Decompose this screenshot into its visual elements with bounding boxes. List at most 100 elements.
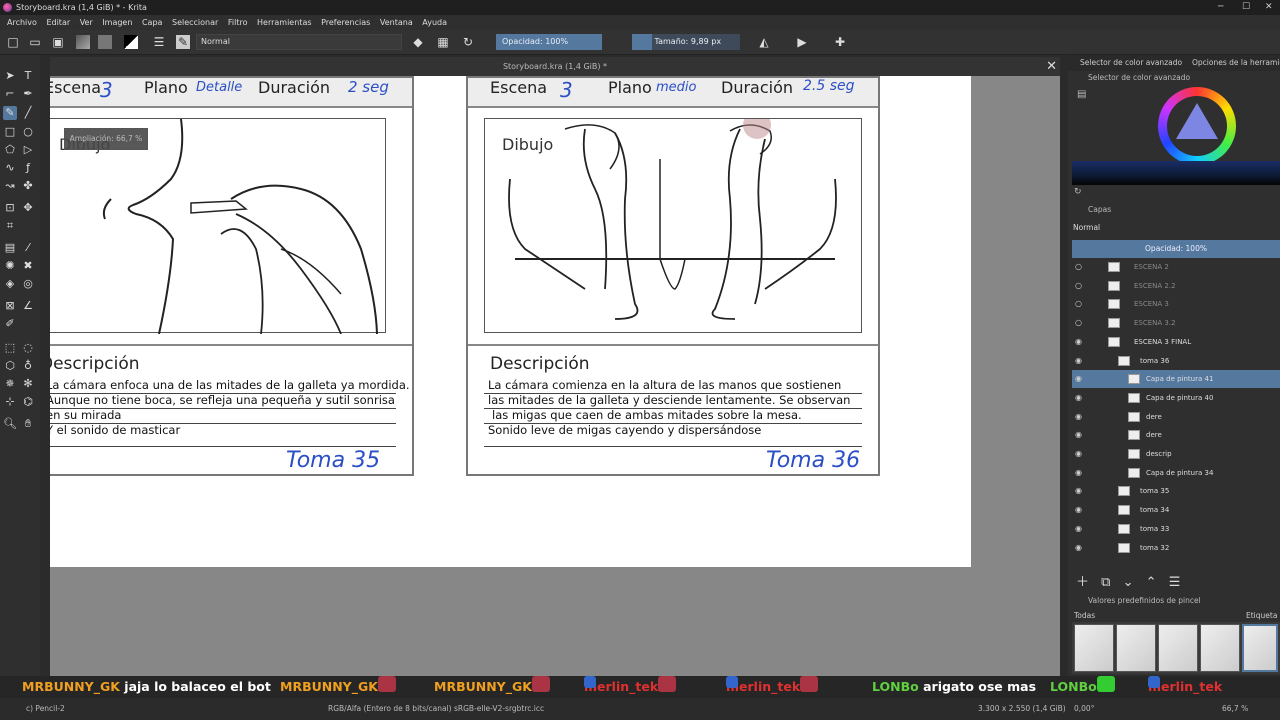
status-zoom[interactable]: 66,7 %: [1222, 698, 1248, 720]
enclose-fill-icon[interactable]: ◎: [21, 277, 35, 291]
visibility-eye-icon[interactable]: ◉: [1075, 352, 1082, 370]
layer-row[interactable]: ○ ESCENA 2: [1072, 258, 1280, 276]
pan-tool-icon[interactable]: ✋︎: [21, 417, 35, 431]
move-tool-icon[interactable]: ✥: [21, 201, 35, 215]
add-layer-icon[interactable]: ＋: [1076, 575, 1089, 590]
measure-tool-icon[interactable]: ∠: [21, 299, 35, 313]
menu-imagen[interactable]: Imagen: [102, 15, 132, 30]
presets-filter-select[interactable]: Todas: [1074, 611, 1095, 620]
contiguous-select-icon[interactable]: ✵: [3, 377, 17, 391]
layer-row[interactable]: ◉ toma 36: [1072, 352, 1280, 370]
brush-preset-icon[interactable]: ✎: [176, 35, 190, 49]
drawing-area[interactable]: Dibujo: [484, 118, 862, 333]
visibility-eye-icon[interactable]: ◉: [1075, 520, 1082, 538]
menu-ayuda[interactable]: Ayuda: [422, 15, 447, 30]
menu-preferencias[interactable]: Preferencias: [321, 15, 370, 30]
rectangle-tool-icon[interactable]: □: [3, 125, 17, 139]
visibility-eye-icon[interactable]: ◉: [1075, 426, 1082, 444]
similar-select-icon[interactable]: ✻: [21, 377, 35, 391]
brush-preset-pencil[interactable]: [1074, 624, 1114, 672]
open-folder-icon[interactable]: ▭: [28, 35, 42, 49]
visibility-eye-icon[interactable]: ◉: [1075, 501, 1082, 519]
menu-herramientas[interactable]: Herramientas: [257, 15, 312, 30]
visibility-eye-icon[interactable]: ○: [1075, 295, 1082, 313]
canvas-area[interactable]: Escena 3 Plano Detalle Duración 2 seg Di…: [50, 76, 1060, 676]
move-layer-up-icon[interactable]: ⌃: [1146, 575, 1157, 590]
layer-row[interactable]: ○ ESCENA 2.2: [1072, 277, 1280, 295]
visibility-eye-icon[interactable]: ◉: [1075, 389, 1082, 407]
tab-color-selector[interactable]: Selector de color avanzado: [1080, 55, 1182, 71]
reference-images-icon[interactable]: ✐: [3, 317, 17, 331]
rect-select-icon[interactable]: ⬚: [3, 341, 17, 355]
brush-preset-pencil[interactable]: [1158, 624, 1198, 672]
close-document-icon[interactable]: ✕: [1046, 57, 1057, 76]
transform-tool-icon[interactable]: ⊡: [3, 201, 17, 215]
multibrush-icon[interactable]: ✤: [21, 179, 35, 193]
assistant-tool-icon[interactable]: ⊠: [3, 299, 17, 313]
gradient-preset-icon[interactable]: [76, 35, 90, 49]
visibility-eye-icon[interactable]: ◉: [1075, 408, 1082, 426]
menu-ventana[interactable]: Ventana: [380, 15, 413, 30]
layer-row[interactable]: ◉ toma 33: [1072, 520, 1280, 538]
layer-row[interactable]: ◉ Capa de pintura 40: [1072, 389, 1280, 407]
maximize-icon[interactable]: ☐: [1242, 0, 1250, 15]
layer-properties-icon[interactable]: ☰: [1169, 575, 1181, 590]
close-window-icon[interactable]: ✕: [1265, 0, 1273, 15]
brush-settings-icon[interactable]: ☰: [152, 35, 166, 49]
layer-row[interactable]: ◉ toma 34: [1072, 501, 1280, 519]
color-settings-icon[interactable]: ▤: [1077, 89, 1086, 100]
visibility-eye-icon[interactable]: ○: [1075, 314, 1082, 332]
opacity-slider[interactable]: Opacidad: 100%: [496, 34, 602, 50]
pattern-preset-icon[interactable]: [98, 35, 112, 49]
visibility-eye-icon[interactable]: ○: [1075, 277, 1082, 295]
menu-archivo[interactable]: Archivo: [7, 15, 37, 30]
fg-bg-color-icon[interactable]: [124, 35, 138, 49]
polygon-tool-icon[interactable]: ⬠: [3, 143, 17, 157]
zoom-tool-icon[interactable]: 🔍︎: [3, 417, 17, 431]
layer-row[interactable]: ◉ descrip: [1072, 445, 1280, 463]
visibility-eye-icon[interactable]: ◉: [1075, 370, 1082, 388]
menu-ver[interactable]: Ver: [80, 15, 93, 30]
layer-row[interactable]: ◉ Capa de pintura 41: [1072, 370, 1280, 389]
layers-blend-mode[interactable]: Normal: [1073, 223, 1100, 232]
brush-preset-pencil[interactable]: [1200, 624, 1240, 672]
brush-preset-selected[interactable]: [1242, 624, 1278, 672]
fill-tool-icon[interactable]: ◈: [3, 277, 17, 291]
eraser-icon[interactable]: ◆: [411, 35, 425, 49]
layer-row[interactable]: ◉ toma 32: [1072, 539, 1280, 557]
polyline-tool-icon[interactable]: ▷: [21, 143, 35, 157]
menu-editar[interactable]: Editar: [46, 15, 70, 30]
layer-row[interactable]: ◉ dere: [1072, 426, 1280, 444]
move-layer-down-icon[interactable]: ⌄: [1123, 575, 1134, 590]
layer-row[interactable]: ○ ESCENA 3.2: [1072, 314, 1280, 332]
duplicate-layer-icon[interactable]: ⧉: [1101, 575, 1110, 590]
crop-tool-icon[interactable]: ⌗: [3, 219, 17, 233]
storyboard-page[interactable]: Escena 3 Plano Detalle Duración 2 seg Di…: [50, 76, 971, 567]
canvas-vertical-scrollbar[interactable]: [1060, 57, 1068, 677]
menu-capa[interactable]: Capa: [142, 15, 162, 30]
color-wheel[interactable]: [1158, 87, 1236, 165]
minimize-icon[interactable]: ─: [1218, 0, 1223, 15]
colorize-mask-icon[interactable]: ✺: [3, 259, 17, 273]
visibility-eye-icon[interactable]: ◉: [1075, 333, 1082, 351]
freehand-path-icon[interactable]: ƒ: [21, 161, 35, 175]
wrap-around-icon[interactable]: ✚: [833, 35, 847, 49]
alpha-lock-icon[interactable]: ▦: [436, 35, 450, 49]
drawing-area[interactable]: Dibujo: [50, 118, 386, 334]
visibility-eye-icon[interactable]: ◉: [1075, 445, 1082, 463]
tab-tool-options[interactable]: Opciones de la herramienta: [1192, 55, 1280, 71]
visibility-eye-icon[interactable]: ◉: [1075, 482, 1082, 500]
color-triangle[interactable]: [1176, 103, 1218, 139]
presets-tag-select[interactable]: Etiqueta: [1246, 611, 1277, 620]
ellipse-select-icon[interactable]: ◌: [21, 341, 35, 355]
calligraphy-icon[interactable]: ✒: [21, 87, 35, 101]
freehand-brush-icon[interactable]: ✎: [3, 106, 17, 120]
layer-row[interactable]: ○ ESCENA 3: [1072, 295, 1280, 313]
save-icon[interactable]: ▣: [51, 35, 65, 49]
gradient-tool-icon[interactable]: ▤: [3, 241, 17, 255]
menu-filtro[interactable]: Filtro: [228, 15, 248, 30]
line-tool-icon[interactable]: ╱: [21, 106, 35, 120]
new-document-icon[interactable]: □: [6, 35, 20, 49]
magnetic-select-icon[interactable]: ⌬: [21, 395, 35, 409]
mirror-vertical-icon[interactable]: ▶: [795, 35, 809, 49]
